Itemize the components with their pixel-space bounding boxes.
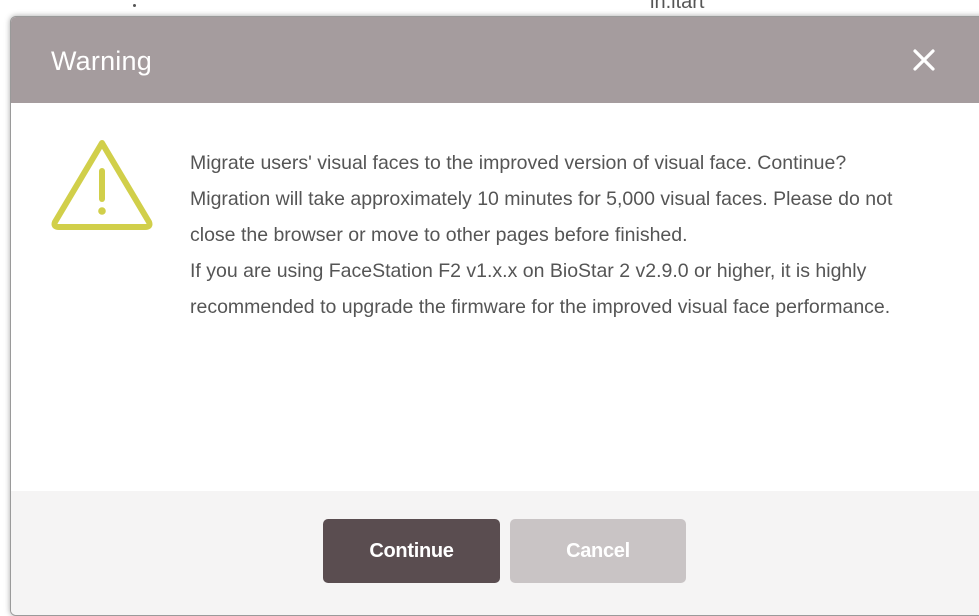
message-paragraph-migrate: Migrate users' visual faces to the impro… xyxy=(190,152,847,174)
cancel-button[interactable]: Cancel xyxy=(510,519,686,583)
dialog-header: Warning xyxy=(11,17,979,103)
close-icon[interactable] xyxy=(909,45,939,75)
message-paragraph-duration: Migration will take approximately 10 min… xyxy=(190,188,893,246)
dialog-title: Warning xyxy=(51,46,152,76)
warning-dialog: Warning Migrate users' visual faces to t… xyxy=(10,16,979,616)
background-page: in.itart xyxy=(0,0,979,16)
background-bullet xyxy=(133,4,136,7)
warning-message: Migrate users' visual faces to the impro… xyxy=(190,145,930,325)
continue-button[interactable]: Continue xyxy=(323,519,500,583)
message-paragraph-firmware: If you are using FaceStation F2 v1.x.x o… xyxy=(190,260,891,318)
background-partial-text: in.itart xyxy=(650,0,705,13)
warning-triangle-icon xyxy=(48,136,156,232)
